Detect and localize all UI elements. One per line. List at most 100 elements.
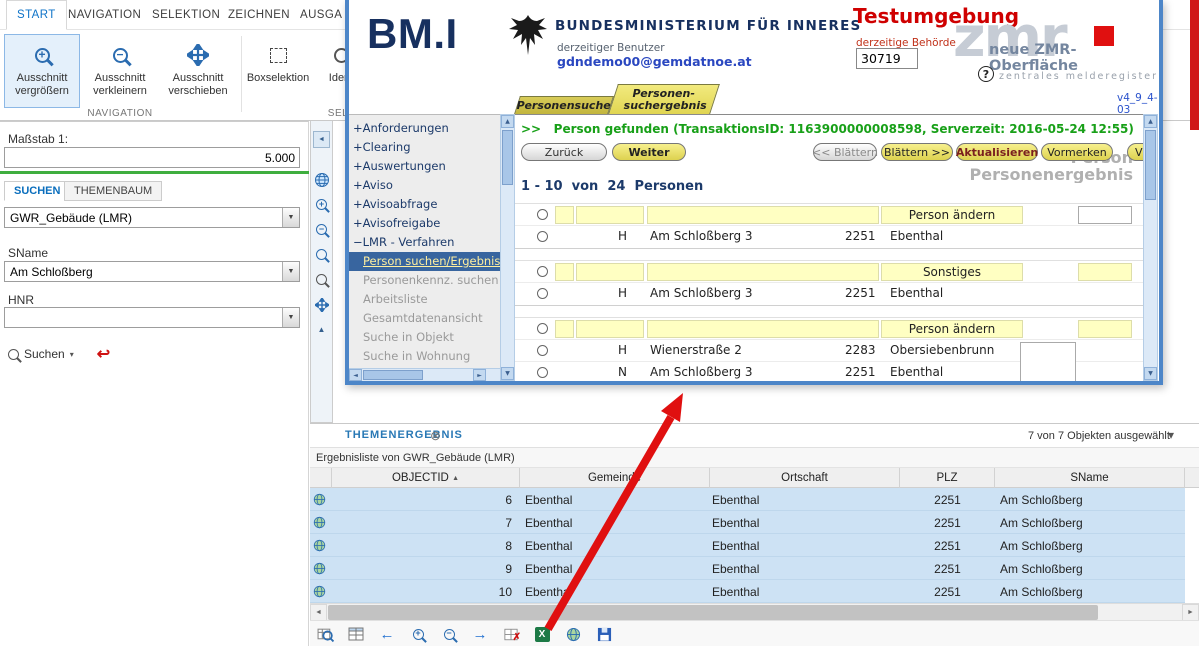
full-extent-icon[interactable] — [312, 295, 331, 314]
scale-input[interactable] — [4, 147, 300, 168]
menu-item-avisoabfrage[interactable]: +Avisoabfrage — [349, 195, 500, 214]
menu-item-auswertungen[interactable]: +Auswertungen — [349, 157, 500, 176]
scroll-right-icon[interactable]: ► — [1182, 604, 1199, 621]
refresh-button[interactable]: Aktualisieren — [956, 143, 1038, 161]
close-icon[interactable]: ⊗ — [430, 428, 441, 444]
tab-themenbaum[interactable]: THEMENBAUM — [64, 181, 162, 201]
ribbon-tab-ausgabe[interactable]: AUSGA — [290, 0, 352, 30]
current-user-value[interactable]: gdndemo00@gemdatnoe.at — [557, 54, 752, 69]
save-icon[interactable] — [594, 624, 614, 644]
action-select[interactable]: Person ändern — [881, 320, 1023, 338]
scrollbar-thumb[interactable] — [1145, 130, 1156, 200]
search-button[interactable]: Suchen ▾ ↩ — [8, 344, 110, 364]
next-result-icon[interactable]: → — [470, 624, 490, 644]
box-selection-button[interactable]: Boxselektion — [245, 34, 311, 108]
scroll-left-icon[interactable]: ◄ — [349, 369, 362, 381]
layer-select[interactable]: GWR_Gebäude (LMR) ▼ — [4, 207, 300, 228]
dropdown-arrow-icon[interactable]: ▼ — [282, 262, 299, 281]
scrollbar-thumb[interactable] — [502, 130, 513, 185]
scroll-up-icon[interactable]: ▲ — [1144, 115, 1157, 128]
globe-overview-icon[interactable] — [312, 170, 331, 189]
results-tab-title[interactable]: THEMENERGEBNIS — [345, 429, 463, 441]
attribute-table-icon[interactable] — [346, 624, 366, 644]
address-radio[interactable] — [537, 345, 548, 356]
clear-result-icon[interactable]: ✗ — [501, 624, 521, 644]
authority-input[interactable] — [856, 48, 918, 69]
menu-item-person-suchen-ergebnis[interactable]: Person suchen/Ergebnis — [349, 252, 500, 271]
column-header-plz[interactable]: PLZ — [900, 468, 995, 488]
column-header-objectid[interactable]: OBJECTID ▲ — [332, 468, 520, 488]
address-radio[interactable] — [537, 288, 548, 299]
globe-icon[interactable] — [313, 580, 331, 603]
table-row[interactable]: 6 Ebenthal Ebenthal 2251 Am Schloßberg — [310, 488, 1185, 511]
clipped-button[interactable]: V — [1127, 143, 1143, 161]
collapse-panel-icon[interactable]: ◄ — [313, 131, 330, 148]
zoom-out-icon[interactable]: − — [312, 220, 331, 239]
zoom-to-result-icon[interactable] — [315, 624, 335, 644]
menu-item-aviso[interactable]: +Aviso — [349, 176, 500, 195]
address-radio[interactable] — [537, 231, 548, 242]
menu-item-avisofreigabe[interactable]: +Avisofreigabe — [349, 214, 500, 233]
globe-icon[interactable] — [313, 511, 331, 534]
globe-icon[interactable] — [313, 488, 331, 511]
ribbon-tab-selektion[interactable]: SELEKTION — [142, 0, 230, 30]
dropdown-arrow-icon[interactable]: ▼ — [282, 308, 299, 327]
help-icon[interactable]: ? — [978, 66, 994, 82]
zoom-extent-out-button[interactable]: − Ausschnitt verkleinern — [84, 34, 156, 108]
table-row[interactable]: 10 Ebenthal Ebenthal 2251 Am Schloßberg — [310, 580, 1185, 603]
collapse-chevron-icon[interactable]: ▾ — [1168, 428, 1174, 442]
column-header-sname[interactable]: SName — [995, 468, 1185, 488]
scroll-up-icon[interactable]: ▲ — [501, 115, 514, 128]
excel-export-icon[interactable]: X — [532, 624, 552, 644]
globe-icon[interactable] — [313, 534, 331, 557]
globe-icon[interactable] — [313, 557, 331, 580]
input-cell[interactable] — [1078, 206, 1132, 224]
zoom-in-icon[interactable]: + — [312, 195, 331, 214]
pan-button[interactable]: Ausschnitt verschieben — [158, 34, 238, 108]
undo-icon[interactable]: ↩ — [97, 344, 110, 364]
menu-horizontal-scrollbar[interactable]: ◄ ► — [349, 368, 500, 381]
column-header-gemeinde[interactable]: Gemeinde — [520, 468, 710, 488]
tab-personensuchergebnis[interactable]: Personen-suchergebnis — [608, 84, 720, 114]
scroll-down-icon[interactable]: ▼ — [1144, 367, 1157, 380]
scroll-down-icon[interactable]: ▼ — [501, 367, 514, 380]
scroll-right-icon[interactable]: ► — [473, 369, 486, 381]
person-radio[interactable] — [537, 323, 548, 334]
tab-personensuche[interactable]: Personensuche — [514, 96, 614, 114]
zoom-window-icon[interactable] — [312, 245, 331, 264]
back-button[interactable]: Zurück — [521, 143, 607, 161]
table-row[interactable]: 7 Ebenthal Ebenthal 2251 Am Schloßberg — [310, 511, 1185, 534]
action-select[interactable]: Person ändern — [881, 206, 1023, 224]
content-vertical-scrollbar[interactable]: ▲ ▼ — [1143, 114, 1158, 381]
zoom-extent-in-button[interactable]: + Ausschnitt vergrößern — [4, 34, 80, 108]
scrollbar-thumb[interactable] — [363, 370, 423, 380]
input-cell[interactable] — [1020, 342, 1076, 381]
previous-result-icon[interactable]: ← — [377, 624, 397, 644]
tab-suchen[interactable]: SUCHEN — [4, 181, 70, 201]
menu-vertical-scrollbar[interactable]: ▲ ▼ — [500, 114, 515, 381]
menu-item-lmr-verfahren[interactable]: −LMR - Verfahren — [349, 233, 500, 252]
menu-item-clearing[interactable]: +Clearing — [349, 138, 500, 157]
action-select[interactable]: Sonstiges — [881, 263, 1023, 281]
menu-item-anforderungen[interactable]: +Anforderungen — [349, 119, 500, 138]
ribbon-tab-zeichnen[interactable]: ZEICHNEN — [218, 0, 300, 30]
zoom-out-icon[interactable]: − — [439, 624, 459, 644]
table-row[interactable]: 9 Ebenthal Ebenthal 2251 Am Schloßberg — [310, 557, 1185, 580]
next-button[interactable]: Weiter — [612, 143, 686, 161]
ribbon-tab-navigation[interactable]: NAVIGATION — [58, 0, 151, 30]
column-header-ortschaft[interactable]: Ortschaft — [710, 468, 900, 488]
zoom-in-icon[interactable]: + — [408, 624, 428, 644]
page-next-button[interactable]: Blättern >> — [881, 143, 953, 161]
globe-icon[interactable] — [563, 624, 583, 644]
bookmark-button[interactable]: Vormerken — [1041, 143, 1113, 161]
hnr-select[interactable]: ▼ — [4, 307, 300, 328]
sname-select[interactable]: Am Schloßberg ▼ — [4, 261, 300, 282]
dropdown-arrow-icon[interactable]: ▼ — [282, 208, 299, 227]
page-prev-button[interactable]: << Blättern — [813, 143, 877, 161]
person-radio[interactable] — [537, 266, 548, 277]
scroll-left-icon[interactable]: ◄ — [310, 604, 327, 621]
scrollbar-thumb[interactable] — [328, 605, 1098, 620]
table-row[interactable]: 8 Ebenthal Ebenthal 2251 Am Schloßberg — [310, 534, 1185, 557]
magnify-icon[interactable] — [312, 270, 331, 289]
person-radio[interactable] — [537, 209, 548, 220]
